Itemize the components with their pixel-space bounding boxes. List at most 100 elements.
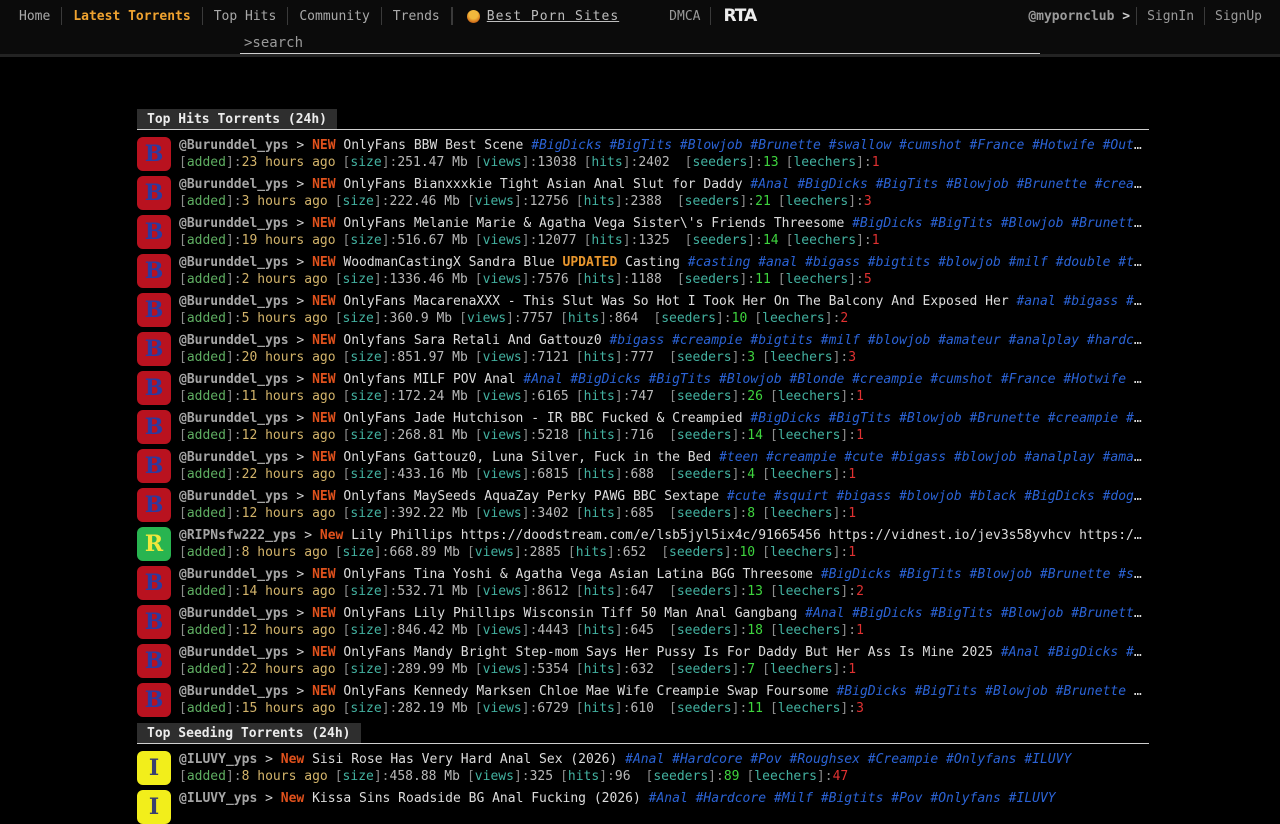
torrent-tags[interactable]: #BigDicks #BigTits #Blowjob #Brunette #s… xyxy=(852,216,1149,231)
uploader-avatar[interactable]: B xyxy=(137,644,171,678)
torrent-tags[interactable]: #Anal #Hardcore #Pov #Roughsex #Creampie… xyxy=(625,752,1071,767)
torrent-tags[interactable]: #BigDicks #BigTits #Blowjob #Brunette #s… xyxy=(531,138,1149,153)
uploader-link[interactable]: @Burunddel_yps xyxy=(179,294,289,309)
uploader-link[interactable]: @Burunddel_yps xyxy=(179,411,289,426)
torrent-title[interactable]: OnlyFans Melanie Marie & Agatha Vega Sis… xyxy=(343,216,844,231)
uploader-link[interactable]: @Burunddel_yps xyxy=(179,333,289,348)
torrent-title-line[interactable]: @Burunddel_yps > NEW OnlyFans Melanie Ma… xyxy=(179,215,1149,232)
nav-item-community[interactable]: Community xyxy=(288,7,380,26)
torrent-title[interactable]: OnlyFans Lily Phillips Wisconsin Tiff 50… xyxy=(343,606,797,621)
torrent-title[interactable]: OnlyFans BBW Best Scene xyxy=(343,138,523,153)
uploader-link[interactable]: @Burunddel_yps xyxy=(179,372,289,387)
torrent-title[interactable]: Casting xyxy=(617,255,680,270)
torrent-title-line[interactable]: @RIPNsfw222_yps > New Lily Phillips http… xyxy=(179,527,1149,544)
torrent-title-line[interactable]: @ILUVY_yps > New Kissa Sins Roadside BG … xyxy=(179,790,1149,807)
torrent-title-line[interactable]: @Burunddel_yps > NEW OnlyFans Kennedy Ma… xyxy=(179,683,1149,700)
torrent-title-line[interactable]: @Burunddel_yps > NEW OnlyFans Jade Hutch… xyxy=(179,410,1149,427)
signup-link[interactable]: SignUp xyxy=(1205,7,1272,26)
signin-link[interactable]: SignIn xyxy=(1137,7,1204,26)
torrent-title-line[interactable]: @Burunddel_yps > NEW OnlyFans Bianxxxkie… xyxy=(179,176,1149,193)
uploader-link[interactable]: @Burunddel_yps xyxy=(179,684,289,699)
uploader-link[interactable]: @Burunddel_yps xyxy=(179,216,289,231)
uploader-avatar[interactable]: B xyxy=(137,566,171,600)
uploader-avatar[interactable]: B xyxy=(137,488,171,522)
best-porn-sites-link[interactable]: Best Porn Sites xyxy=(467,9,619,24)
uploader-avatar[interactable]: I xyxy=(137,790,171,824)
uploader-link[interactable]: @Burunddel_yps xyxy=(179,645,289,660)
torrent-title[interactable]: Kissa Sins Roadside BG Anal Fucking (202… xyxy=(312,791,641,806)
uploader-link[interactable]: @Burunddel_yps xyxy=(179,567,289,582)
uploader-avatar[interactable]: B xyxy=(137,371,171,405)
torrent-tags[interactable]: #casting #anal #bigass #bigtits #blowjob… xyxy=(688,255,1149,270)
uploader-link[interactable]: @ILUVY_yps xyxy=(179,752,257,767)
uploader-link[interactable]: @Burunddel_yps xyxy=(179,138,289,153)
uploader-link[interactable]: @RIPNsfw222_yps xyxy=(179,528,296,543)
uploader-avatar[interactable]: B xyxy=(137,176,171,210)
uploader-avatar[interactable]: B xyxy=(137,215,171,249)
uploader-avatar[interactable]: B xyxy=(137,683,171,717)
rta-logo[interactable]: RTA xyxy=(723,6,756,26)
nav-item-trends[interactable]: Trends xyxy=(382,7,451,26)
uploader-link[interactable]: @Burunddel_yps xyxy=(179,255,289,270)
torrent-tags[interactable]: #teen #creampie #cute #bigass #blowjob #… xyxy=(719,450,1149,465)
uploader-link[interactable]: @Burunddel_yps xyxy=(179,606,289,621)
torrent-title-line[interactable]: @ILUVY_yps > New Sisi Rose Has Very Hard… xyxy=(179,751,1149,768)
uploader-avatar[interactable]: B xyxy=(137,293,171,327)
uploader-avatar[interactable]: R xyxy=(137,527,171,561)
torrent-title-line[interactable]: @Burunddel_yps > NEW Onlyfans MaySeeds A… xyxy=(179,488,1149,505)
uploader-avatar[interactable]: B xyxy=(137,410,171,444)
torrent-tags[interactable]: #bigass #creampie #bigtits #milf #blowjo… xyxy=(609,333,1149,348)
torrent-title[interactable]: OnlyFans Bianxxxkie Tight Asian Anal Slu… xyxy=(343,177,742,192)
torrent-title[interactable]: OnlyFans Gattouz0, Luna Silver, Fuck in … xyxy=(343,450,711,465)
torrent-title[interactable]: Onlyfans Sara Retali And Gattouz0 xyxy=(343,333,601,348)
torrent-title-line[interactable]: @Burunddel_yps > NEW OnlyFans Gattouz0, … xyxy=(179,449,1149,466)
search-input[interactable] xyxy=(240,32,1040,54)
uploader-link[interactable]: @Burunddel_yps xyxy=(179,177,289,192)
account-link[interactable]: @mypornclub > xyxy=(1022,7,1136,26)
torrent-tags[interactable]: #BigDicks #BigTits #Blowjob #Brunette #s… xyxy=(836,684,1149,699)
torrent-title[interactable]: Lily Phillips https://doodstream.com/e/l… xyxy=(351,528,1149,543)
torrent-tags[interactable]: #Anal #BigDicks #BigTits #Blowjob #Brune… xyxy=(805,606,1149,621)
uploader-link[interactable]: @ILUVY_yps xyxy=(179,791,257,806)
torrent-tags[interactable]: #BigDicks #BigTits #Blowjob #Brunette #s… xyxy=(821,567,1149,582)
torrent-tags[interactable]: #BigDicks #BigTits #Blowjob #Brunette #c… xyxy=(750,411,1149,426)
torrent-tags[interactable]: #cute #squirt #bigass #blowjob #black #B… xyxy=(727,489,1149,504)
torrent-tags[interactable]: #anal #bigass #interrac… xyxy=(1016,294,1149,309)
uploader-avatar[interactable]: I xyxy=(137,751,171,785)
dmca-link[interactable]: DMCA xyxy=(659,7,710,26)
uploader-avatar[interactable]: B xyxy=(137,137,171,171)
torrent-title[interactable]: Onlyfans MaySeeds AquaZay Perky PAWG BBC… xyxy=(343,489,719,504)
torrent-title-line[interactable]: @Burunddel_yps > NEW Onlyfans MILF POV A… xyxy=(179,371,1149,388)
torrent-title[interactable]: OnlyFans Jade Hutchison - IR BBC Fucked … xyxy=(343,411,742,426)
torrent-tags[interactable]: #Anal #BigDicks #BigTits … xyxy=(1001,645,1149,660)
torrent-title[interactable]: OnlyFans Kennedy Marksen Chloe Mae Wife … xyxy=(343,684,828,699)
uploader-link[interactable]: @Burunddel_yps xyxy=(179,450,289,465)
uploader-link[interactable]: @Burunddel_yps xyxy=(179,489,289,504)
torrent-tags[interactable]: #Anal #BigDicks #BigTits #Blowjob #Brune… xyxy=(750,177,1149,192)
bracket: ]: xyxy=(615,584,631,599)
torrent-title[interactable]: OnlyFans Mandy Bright Step-mom Says Her … xyxy=(343,645,993,660)
torrent-tags[interactable]: #Anal #BigDicks #BigTits #Blowjob #Blond… xyxy=(523,372,1149,387)
torrent-title[interactable]: Onlyfans MILF POV Anal xyxy=(343,372,515,387)
torrent-title[interactable]: Sisi Rose Has Very Hard Anal Sex (2026) xyxy=(312,752,617,767)
torrent-meta-line: [added]:3 hours ago[size]:222.46 Mb[view… xyxy=(179,193,1149,210)
meta-size: [size]:268.81 Mb xyxy=(343,428,468,443)
uploader-avatar[interactable]: B xyxy=(137,605,171,639)
torrent-title-line[interactable]: @Burunddel_yps > NEW OnlyFans Lily Phill… xyxy=(179,605,1149,622)
torrent-title-line[interactable]: @Burunddel_yps > NEW OnlyFans MacarenaXX… xyxy=(179,293,1149,310)
torrent-title-line[interactable]: @Burunddel_yps > NEW Onlyfans Sara Retal… xyxy=(179,332,1149,349)
uploader-avatar[interactable]: B xyxy=(137,254,171,288)
torrent-title[interactable]: OnlyFans Tina Yoshi & Agatha Vega Asian … xyxy=(343,567,813,582)
uploader-avatar[interactable]: B xyxy=(137,332,171,366)
nav-item-top-hits[interactable]: Top Hits xyxy=(203,7,288,26)
torrent-title-line[interactable]: @Burunddel_yps > NEW OnlyFans Mandy Brig… xyxy=(179,644,1149,661)
nav-item-home[interactable]: Home xyxy=(8,7,61,26)
uploader-avatar[interactable]: B xyxy=(137,449,171,483)
torrent-tags[interactable]: #Anal #Hardcore #Milf #Bigtits #Pov #Onl… xyxy=(649,791,1056,806)
torrent-title-line[interactable]: @Burunddel_yps > NEW WoodmanCastingX San… xyxy=(179,254,1149,271)
torrent-title[interactable]: OnlyFans MacarenaXXX - This Slut Was So … xyxy=(343,294,1008,309)
nav-item-latest-torrents[interactable]: Latest Torrents xyxy=(62,7,201,26)
torrent-title-line[interactable]: @Burunddel_yps > NEW OnlyFans Tina Yoshi… xyxy=(179,566,1149,583)
torrent-title[interactable]: WoodmanCastingX Sandra Blue xyxy=(343,255,562,270)
torrent-title-line[interactable]: @Burunddel_yps > NEW OnlyFans BBW Best S… xyxy=(179,137,1149,154)
